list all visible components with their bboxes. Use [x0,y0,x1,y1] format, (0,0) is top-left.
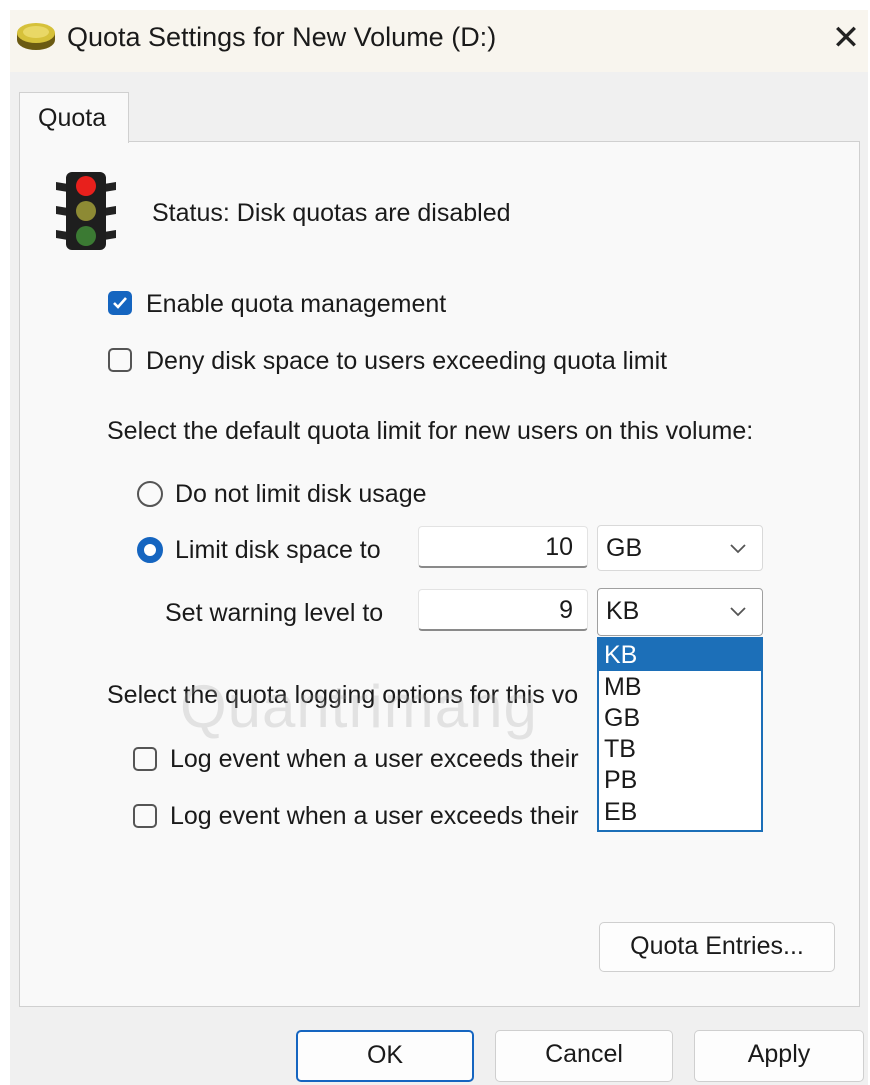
chevron-down-icon [728,538,748,563]
chevron-down-icon [728,601,748,626]
log-warning-label[interactable]: Log event when a user exceeds their [170,801,579,831]
quota-entries-label: Quota Entries... [630,932,804,960]
unit-dropdown-list: KB MB GB TB PB EB [597,637,763,832]
quota-panel [19,141,860,1007]
unit-option-mb[interactable]: MB [599,671,761,703]
log-limit-label[interactable]: Log event when a user exceeds their [170,744,579,774]
no-limit-label[interactable]: Do not limit disk usage [175,479,427,509]
cancel-button[interactable]: Cancel [495,1030,673,1082]
traffic-light-icon [52,170,120,257]
unit-option-tb[interactable]: TB [599,733,761,765]
log-warning-checkbox[interactable] [133,804,157,828]
deny-space-label[interactable]: Deny disk space to users exceeding quota… [146,346,667,376]
ok-label: OK [366,1041,404,1069]
enable-quota-checkbox[interactable] [108,291,132,315]
warning-unit-value: KB [606,597,640,625]
quota-entries-button[interactable]: Quota Entries... [599,922,835,972]
limit-unit-select[interactable]: GB [597,525,763,571]
disk-drive-icon [14,20,58,59]
warning-level-label: Set warning level to [165,599,384,627]
enable-quota-label[interactable]: Enable quota management [146,289,446,319]
cancel-label: Cancel [545,1040,623,1068]
default-limit-heading: Select the default quota limit for new u… [107,417,754,445]
warning-value-input[interactable]: 9 [418,589,588,631]
ok-button[interactable]: OK [296,1030,474,1082]
apply-label: Apply [747,1040,811,1068]
tab-quota-label: Quota [38,104,107,132]
unit-option-eb[interactable]: EB [599,796,761,828]
tab-quota[interactable]: Quota [19,92,129,143]
unit-option-kb[interactable]: KB [599,639,761,671]
status-text: Status: Disk quotas are disabled [152,199,511,227]
unit-option-gb[interactable]: GB [599,702,761,734]
no-limit-radio[interactable] [137,481,163,507]
unit-option-pb[interactable]: PB [599,764,761,796]
limit-value-input[interactable]: 10 [418,526,588,568]
close-icon[interactable]: ✕ [826,18,866,58]
limit-space-radio[interactable] [137,537,163,563]
log-limit-checkbox[interactable] [133,747,157,771]
warning-unit-select[interactable]: KB [597,588,763,636]
window-title: Quota Settings for New Volume (D:) [67,22,497,52]
deny-space-checkbox[interactable] [108,348,132,372]
limit-unit-value: GB [606,534,643,562]
watermark: Quantrimang [180,673,538,740]
limit-space-label[interactable]: Limit disk space to [175,535,381,565]
apply-button[interactable]: Apply [694,1030,864,1082]
